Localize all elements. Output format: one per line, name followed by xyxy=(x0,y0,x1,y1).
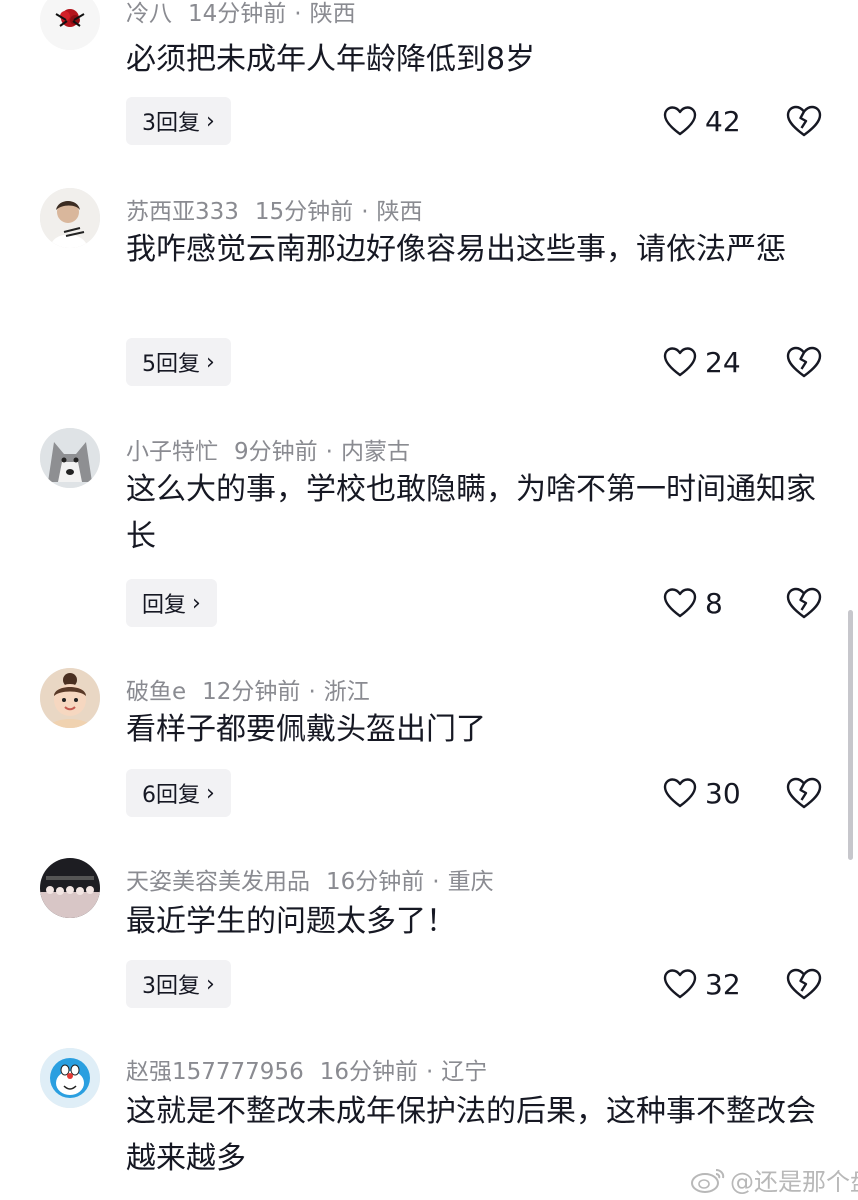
separator: · xyxy=(325,439,333,465)
avatar[interactable] xyxy=(40,428,100,488)
separator: · xyxy=(425,1059,434,1085)
like-button[interactable]: 30 xyxy=(663,769,741,817)
rose-avatar-icon xyxy=(40,0,100,50)
broken-heart-icon xyxy=(786,587,822,619)
comment-text: 我咋感觉云南那边好像容易出这些事，请依法严惩 xyxy=(126,232,786,267)
comment-item: 天姿美容美发用品 16分钟前 · 重庆 最近学生的问题太多了！ 3回复 › 32 xyxy=(0,858,858,1048)
view-replies-button[interactable]: 3回复 › xyxy=(126,960,231,1008)
dislike-button[interactable] xyxy=(786,960,822,1008)
username[interactable]: 苏西亚333 xyxy=(126,199,239,225)
comment-text: 这么大的事，学校也敢隐瞒，为啥不第一时间通知家长 xyxy=(126,472,816,554)
comment-text: 最近学生的问题太多了！ xyxy=(126,904,456,939)
chevron-right-icon: › xyxy=(206,349,215,375)
dislike-button[interactable] xyxy=(786,579,822,627)
timestamp: 9分钟前 xyxy=(234,439,318,465)
chevron-right-icon: › xyxy=(206,971,215,997)
view-replies-button[interactable]: 回复 › xyxy=(126,579,217,627)
watermark-text: @还是那个盘 xyxy=(730,1168,858,1196)
cartoon-cat-avatar-icon xyxy=(40,1048,100,1108)
like-count: 24 xyxy=(705,345,741,379)
timestamp: 16分钟前 xyxy=(326,869,425,895)
avatar[interactable] xyxy=(40,668,100,728)
person-avatar-icon xyxy=(40,188,100,248)
weibo-icon xyxy=(691,1168,725,1193)
location: 辽宁 xyxy=(441,1059,488,1085)
separator: · xyxy=(432,869,440,895)
comment-item: 破鱼e 12分钟前 · 浙江 看样子都要佩戴头盔出门了 6回复 › 30 xyxy=(0,668,858,858)
heart-outline-icon xyxy=(663,778,697,808)
comment-text: 看样子都要佩戴头盔出门了 xyxy=(126,712,486,747)
comment-text: 必须把未成年人年龄降低到8岁 xyxy=(126,42,536,77)
reply-count: 5回复 xyxy=(142,352,200,377)
like-button[interactable]: 42 xyxy=(663,97,741,145)
location: 重庆 xyxy=(447,869,494,895)
timestamp: 14分钟前 xyxy=(188,1,287,27)
heart-outline-icon xyxy=(663,969,697,999)
username[interactable]: 天姿美容美发用品 xyxy=(126,869,310,895)
group-photo-avatar-icon xyxy=(40,858,100,918)
separator: · xyxy=(308,679,316,705)
broken-heart-icon xyxy=(786,777,822,809)
dislike-button[interactable] xyxy=(786,769,822,817)
view-replies-button[interactable]: 6回复 › xyxy=(126,769,231,817)
like-count: 30 xyxy=(705,776,741,810)
dislike-button[interactable] xyxy=(786,97,822,145)
view-replies-button[interactable]: 3回复 › xyxy=(126,97,231,145)
comment-list-screen: 冷八 14分钟前 · 陕西 必须把未成年人年龄降低到8岁 3回复 › 42 苏西亚333… xyxy=(0,0,858,1200)
avatar[interactable] xyxy=(40,188,100,248)
comment-item: 苏西亚333 15分钟前 · 陕西 我咋感觉云南那边好像容易出这些事，请依法严惩 5回… xyxy=(0,188,858,428)
comment-meta: 苏西亚333 15分钟前 · 陕西 xyxy=(126,198,423,226)
broken-heart-icon xyxy=(786,968,822,1000)
reply-count: 6回复 xyxy=(142,783,200,808)
comment-meta: 小子特忙 9分钟前 · 内蒙古 xyxy=(126,438,410,466)
comment-meta: 赵强157777956 16分钟前 · 辽宁 xyxy=(126,1058,487,1086)
heart-outline-icon xyxy=(663,347,697,377)
broken-heart-icon xyxy=(786,105,822,137)
reply-count: 回复 xyxy=(142,593,187,618)
like-count: 42 xyxy=(705,104,741,138)
watermark: @还是那个盘 xyxy=(690,1162,858,1197)
avatar[interactable] xyxy=(40,1048,100,1108)
broken-heart-icon xyxy=(786,346,822,378)
child-avatar-icon xyxy=(40,668,100,728)
reply-count: 3回复 xyxy=(142,974,200,999)
comment-meta: 天姿美容美发用品 16分钟前 · 重庆 xyxy=(126,868,494,896)
chevron-right-icon: › xyxy=(206,780,215,806)
username[interactable]: 冷八 xyxy=(126,1,172,27)
like-button[interactable]: 32 xyxy=(663,960,741,1008)
username[interactable]: 小子特忙 xyxy=(126,439,218,465)
separator: · xyxy=(294,1,302,27)
like-button[interactable]: 8 xyxy=(663,579,723,627)
location: 内蒙古 xyxy=(340,439,410,465)
comment-meta: 冷八 14分钟前 · 陕西 xyxy=(126,0,356,28)
username[interactable]: 赵强157777956 xyxy=(126,1059,304,1085)
heart-outline-icon xyxy=(663,588,697,618)
location: 陕西 xyxy=(309,1,356,27)
heart-outline-icon xyxy=(663,106,697,136)
timestamp: 15分钟前 xyxy=(254,199,354,225)
dislike-button[interactable] xyxy=(786,338,822,386)
location: 陕西 xyxy=(376,199,423,225)
avatar[interactable] xyxy=(40,858,100,918)
username[interactable]: 破鱼e xyxy=(126,679,186,705)
comment-item: 小子特忙 9分钟前 · 内蒙古 这么大的事，学校也敢隐瞒，为啥不第一时间通知家长 回复… xyxy=(0,428,858,668)
separator: · xyxy=(361,199,369,225)
like-count: 8 xyxy=(705,586,723,620)
view-replies-button[interactable]: 5回复 › xyxy=(126,338,231,386)
chevron-right-icon: › xyxy=(192,590,201,616)
like-count: 32 xyxy=(705,967,741,1001)
reply-count: 3回复 xyxy=(142,111,200,136)
avatar[interactable] xyxy=(40,0,100,50)
scrollbar[interactable] xyxy=(848,610,853,860)
timestamp: 12分钟前 xyxy=(202,679,301,705)
location: 浙江 xyxy=(323,679,370,705)
wolf-avatar-icon xyxy=(40,428,100,488)
comment-item: 冷八 14分钟前 · 陕西 必须把未成年人年龄降低到8岁 3回复 › 42 xyxy=(0,0,858,180)
chevron-right-icon: › xyxy=(206,108,215,134)
timestamp: 16分钟前 xyxy=(319,1059,418,1085)
comment-meta: 破鱼e 12分钟前 · 浙江 xyxy=(126,678,370,706)
like-button[interactable]: 24 xyxy=(663,338,741,386)
